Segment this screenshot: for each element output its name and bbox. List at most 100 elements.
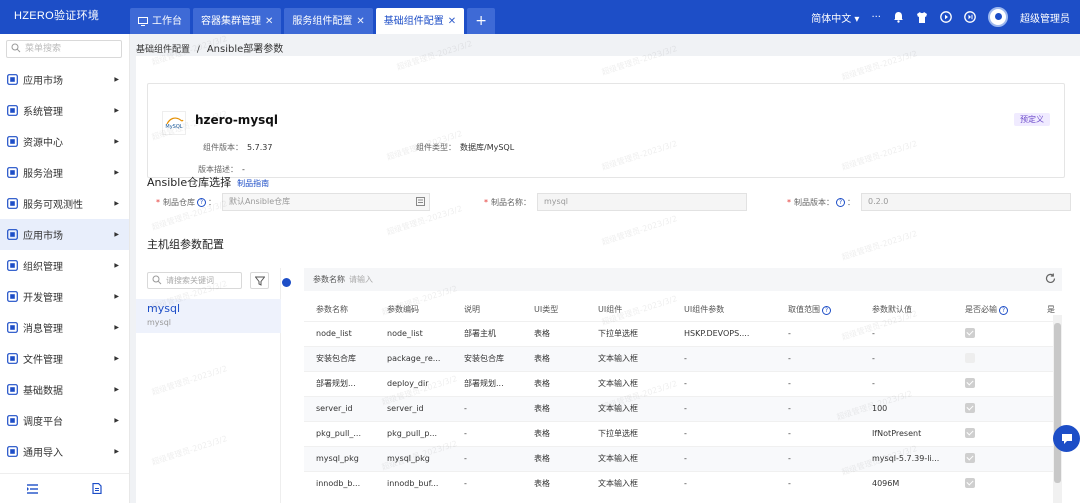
shirt-icon[interactable] [916,11,928,23]
play-icon[interactable] [940,11,952,23]
cube-icon [7,74,18,85]
column-header: 说明 [452,299,522,321]
sidebar-item[interactable]: 调度平台 ▶ [0,405,129,436]
sidebar-item[interactable]: 消息管理 ▶ [0,312,129,343]
cell-text: - [684,454,687,463]
bell-icon[interactable] [893,11,904,23]
collapse-menu-icon[interactable] [27,483,38,494]
artifact-version-input[interactable]: 0.2.0 [861,193,1071,211]
cell-ui-type: 表格 [522,395,586,421]
help-icon[interactable]: ? [999,306,1008,316]
artifact-name-input[interactable]: mysql [537,193,747,211]
cell-text: 下拉单选框 [598,329,638,338]
close-icon[interactable]: ✕ [356,9,364,34]
cell-required [953,370,1035,396]
table-row[interactable]: 安装包合库 package_re... 安装包合库 表格 文本输入框 - - - [304,345,1056,371]
table-row[interactable]: 部署规划... deploy_dir 部署规划... 表格 文本输入框 - - - [304,370,1056,396]
sidebar-item[interactable]: 组织管理 ▶ [0,250,129,281]
more-icon[interactable]: ··· [871,12,881,23]
cell-ui-param: - [672,370,776,396]
avatar[interactable] [988,7,1008,27]
help-icon[interactable]: ? [197,197,206,207]
caret-right-icon: ▶ [114,107,119,114]
desc-value: - [242,165,245,174]
caret-right-icon: ▶ [114,293,119,300]
refresh-icon[interactable] [1045,273,1056,284]
required-checkbox[interactable] [965,327,975,338]
sidebar-item[interactable]: 服务治理 ▶ [0,157,129,188]
column-header: 参数名称 [304,299,375,321]
help-float-button[interactable] [1053,425,1080,452]
table-row[interactable]: server_id server_id - 表格 文本输入框 - - 100 [304,395,1056,421]
required-checkbox[interactable] [965,477,975,488]
menu-search-input[interactable]: 菜单搜索 [6,40,122,58]
close-icon[interactable]: ✕ [448,9,456,34]
cell-text: - [464,479,467,489]
cell-required [953,345,1035,371]
cell-ui-type: 表格 [522,320,586,346]
repo-select[interactable]: 默认Ansible仓库 [222,193,430,211]
artifact-version-field: * 制品版本： ?： 0.2.0 [787,193,1071,211]
sidebar-item[interactable]: 通用导入 ▶ [0,436,129,467]
table-body: node_list node_list 部署主机 表格 下拉单选框 HSKP.DEVOPS… [304,320,1056,496]
table-scrollbar[interactable] [1053,315,1062,503]
language-select[interactable]: 简体中文 ▾ [811,10,859,25]
table-row[interactable]: pkg_pull_... pkg_pull_p... - 表格 下拉单选框 - - IfNot… [304,420,1056,446]
collapse-tree-icon[interactable] [282,278,291,287]
tree-node-mysql[interactable]: mysql mysql [136,299,281,333]
column-header-label: UI类型 [534,305,559,315]
tab-workbench[interactable]: 工作台 [130,8,190,34]
top-bar: HZERO验证环境 工作台 容器集群管理 ✕ 服务组件配置 ✕ 基础组件配置 ✕… [0,0,1080,34]
required-checkbox[interactable] [965,452,975,463]
help-icon[interactable]: ? [822,306,831,316]
predefined-badge: 预定义 [1014,113,1050,126]
sidebar-item[interactable]: 服务可观测性 ▶ [0,188,129,219]
table-row[interactable]: mysql_pkg mysql_pkg - 表格 文本输入框 - - mysql-5.7.39… [304,445,1056,471]
cell-text: package_re... [387,354,441,363]
column-header-label: 取值范围 [788,305,820,315]
tab-base-component[interactable]: 基础组件配置 ✕ [375,8,465,34]
sidebar-item-label: 文件管理 [23,355,63,366]
sidebar-item[interactable]: 资源中心 ▶ [0,126,129,157]
param-search-bar[interactable]: 参数名称 请输入 [304,268,1062,291]
tab-cluster[interactable]: 容器集群管理 ✕ [193,8,282,34]
cell-ui-param: - [672,445,776,471]
sidebar-item[interactable]: 应用市场 ▶ [0,219,129,250]
close-icon[interactable]: ✕ [265,9,273,34]
cell-text: HSKP.DEVOPS.... [684,329,750,338]
required-checkbox[interactable] [965,402,975,413]
tab-service-component[interactable]: 服务组件配置 ✕ [284,8,373,34]
sidebar-item-label: 通用导入 [23,448,63,459]
breadcrumb-parent[interactable]: 基础组件配置 [136,45,190,55]
required-checkbox[interactable] [965,427,975,438]
caret-right-icon: ▶ [114,200,119,207]
sidebar-item[interactable]: 应用市场 ▶ [0,64,129,95]
app-title: HZERO验证环境 [14,10,100,22]
gear-box-icon [7,105,18,116]
required-checkbox[interactable] [965,377,975,388]
cell-text: - [684,479,687,489]
table-row[interactable]: innodb_b... innodb_buf... - 表格 文本输入框 - - 4096M [304,470,1056,496]
sidebar-item[interactable]: 文件管理 ▶ [0,343,129,374]
param-table-area: 参数名称 请输入 参数名称 参数编码 说明 UI类型 UI组件 UI组件参数 取值范围? 参数默… [304,268,1062,503]
required-checkbox[interactable] [965,352,975,363]
sidebar-item[interactable]: 系统管理 ▶ [0,95,129,126]
scrollbar-thumb[interactable] [1054,323,1061,483]
add-tab-button[interactable]: + [467,8,496,34]
tree-search-input[interactable]: 请搜索关键词 [147,272,242,289]
table-row[interactable]: node_list node_list 部署主机 表格 下拉单选框 HSKP.DEVOPS… [304,320,1056,346]
sidebar-item[interactable]: 基础数据 ▶ [0,374,129,405]
sidebar-footer [0,473,129,503]
help-icon[interactable]: ? [836,197,845,207]
document-icon[interactable] [92,483,102,494]
artifact-guide-link[interactable]: 制品指南 [237,179,269,188]
cell-text: - [788,429,791,438]
cell-text: - [872,379,875,388]
cell-desc: 安装包合库 [452,345,522,371]
forward-icon[interactable] [964,11,976,23]
user-name[interactable]: 超级管理员 [1020,10,1070,25]
sidebar-item[interactable]: 开发管理 ▶ [0,281,129,312]
cell-text: innodb_b... [316,479,361,489]
filter-button[interactable] [250,272,269,289]
caret-right-icon: ▶ [114,169,119,176]
